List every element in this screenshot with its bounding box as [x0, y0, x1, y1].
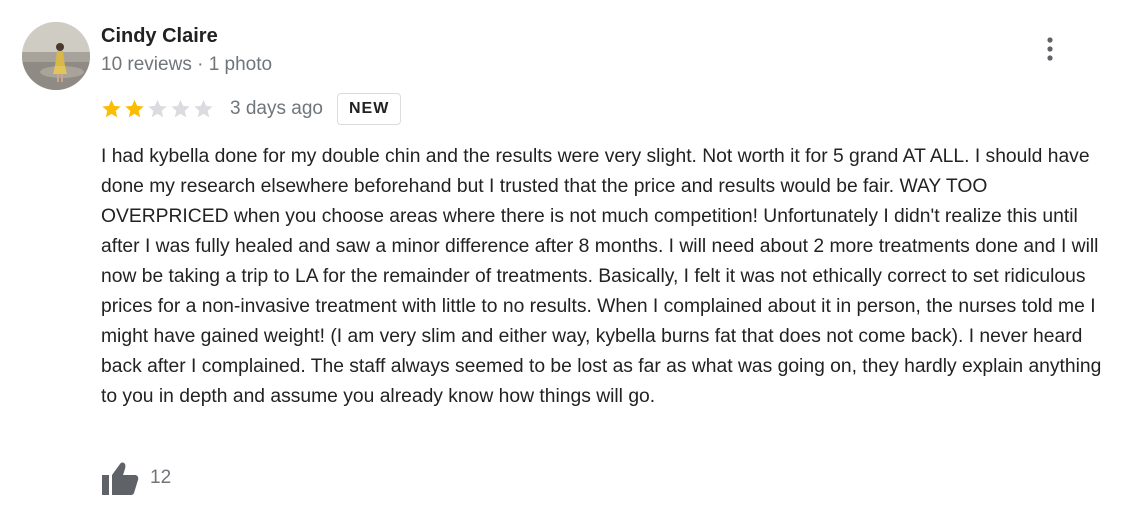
star-empty-icon: [171, 99, 190, 118]
star-filled-icon: [102, 99, 121, 118]
like-button[interactable]: [100, 458, 140, 498]
like-count: 12: [150, 467, 172, 488]
avatar[interactable]: [22, 22, 90, 90]
rating-row: 3 days ago NEW: [100, 92, 402, 126]
author-name[interactable]: Cindy Claire: [101, 24, 218, 48]
avatar-photo: [22, 22, 90, 90]
thumb-up-icon: [102, 462, 139, 495]
review-date: 3 days ago: [230, 98, 323, 119]
review-card: Cindy Claire 10 reviews · 1 photo 3 days…: [0, 0, 1125, 529]
more-options-button[interactable]: [1036, 32, 1064, 66]
star-filled-icon: [125, 99, 144, 118]
star-empty-icon: [148, 99, 167, 118]
like-row: 12: [100, 458, 171, 498]
author-meta: 10 reviews · 1 photo: [101, 54, 273, 75]
review-text: I had kybella done for my double chin an…: [101, 146, 1102, 407]
star-rating: [100, 97, 215, 121]
star-empty-icon: [194, 99, 213, 118]
new-badge: NEW: [336, 93, 402, 125]
more-vert-icon: [1047, 37, 1053, 61]
